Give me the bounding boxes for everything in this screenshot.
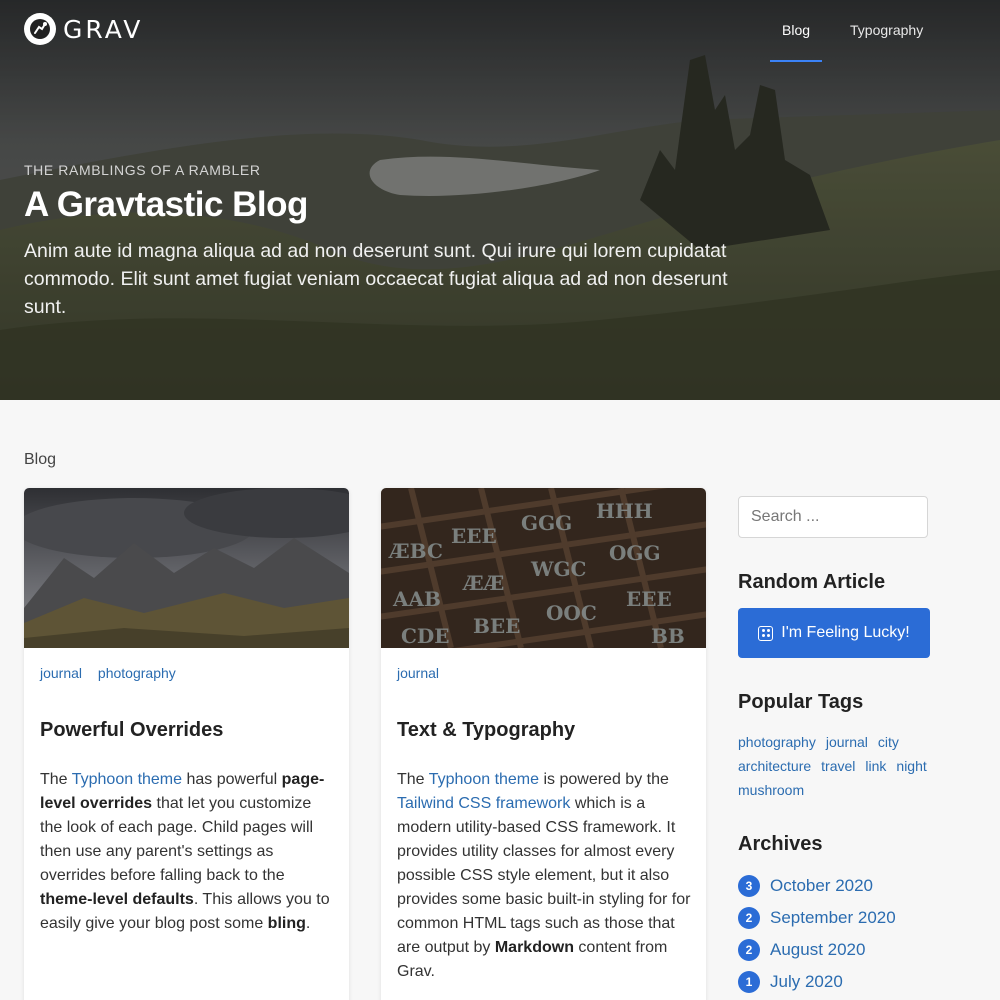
archive-link[interactable]: October 2020 [770, 876, 873, 896]
tag-link-photography[interactable]: photography [98, 665, 176, 681]
card-excerpt: The Typhoon theme is powered by the Tail… [397, 768, 693, 984]
card-tags: journal [397, 665, 451, 681]
tag-link-travel[interactable]: travel [821, 758, 855, 774]
main-nav: Blog Typography [770, 22, 923, 62]
card-image-type-case[interactable]: ÆBC EEE GGG HHH AAB ÆÆ WGC OGG CDE BEE OOC EEE BB [381, 488, 706, 648]
excerpt-text: The [397, 771, 429, 788]
archive-count-badge: 2 [738, 939, 760, 961]
tag-link-city[interactable]: city [878, 734, 899, 750]
archive-count-badge: 1 [738, 971, 760, 993]
tag-link-night[interactable]: night [896, 758, 926, 774]
popular-tags-heading: Popular Tags [738, 691, 864, 713]
logo-text: GRAV [63, 14, 144, 44]
tailwind-link[interactable]: Tailwind CSS framework [397, 795, 570, 812]
card-title[interactable]: Powerful Overrides [40, 719, 223, 742]
blog-card-powerful-overrides[interactable]: journal photography Powerful Overrides T… [24, 488, 349, 1000]
search-input[interactable] [738, 496, 928, 538]
excerpt-bold: Markdown [494, 939, 574, 956]
tag-link-journal[interactable]: journal [397, 665, 439, 681]
hero-banner: GRAV Blog Typography THE RAMBLINGS OF A … [0, 0, 1000, 400]
tag-link-mushroom[interactable]: mushroom [738, 782, 804, 798]
card-title[interactable]: Text & Typography [397, 719, 575, 742]
archive-item[interactable]: 2 September 2020 [738, 902, 896, 934]
hero-title: A Gravtastic Blog [24, 185, 308, 224]
typhoon-theme-link[interactable]: Typhoon theme [72, 771, 182, 788]
card-excerpt: The Typhoon theme has powerful page-leve… [40, 768, 336, 936]
archive-item[interactable]: 1 July 2020 [738, 966, 896, 998]
excerpt-text: is powered by the [539, 771, 669, 788]
blog-card-text-typography[interactable]: ÆBC EEE GGG HHH AAB ÆÆ WGC OGG CDE BEE OOC EEE BB… [381, 488, 706, 1000]
archive-item[interactable]: 2 August 2020 [738, 934, 896, 966]
tag-link-journal[interactable]: journal [40, 665, 82, 681]
nav-item-typography[interactable]: Typography [850, 22, 923, 62]
grav-logo-icon [24, 13, 56, 45]
popular-tags-list: photography journal city architecture trave… [738, 730, 978, 802]
archive-link[interactable]: September 2020 [770, 908, 896, 928]
excerpt-text: . [305, 915, 311, 932]
excerpt-text: which is a modern utility-based CSS fram… [397, 795, 691, 956]
archives-heading: Archives [738, 833, 823, 855]
excerpt-text: The [40, 771, 72, 788]
dice-icon [758, 625, 774, 641]
random-article-heading: Random Article [738, 571, 886, 593]
hero-description: Anim aute id magna aliqua ad ad non dese… [24, 240, 728, 318]
excerpt-bold: theme-level defaults [40, 891, 194, 908]
archive-link[interactable]: August 2020 [770, 940, 865, 960]
excerpt-text: has powerful [182, 771, 282, 788]
breadcrumb: Blog [24, 451, 57, 468]
card-tags: journal photography [40, 665, 188, 681]
archive-item[interactable]: 3 October 2020 [738, 870, 896, 902]
nav-item-blog[interactable]: Blog [770, 22, 823, 62]
site-logo[interactable]: GRAV [24, 13, 143, 45]
archive-count-badge: 2 [738, 907, 760, 929]
archive-link[interactable]: July 2020 [770, 972, 843, 992]
tag-link-photography[interactable]: photography [738, 734, 816, 750]
archives-list: 3 October 2020 2 September 2020 2 August… [738, 870, 896, 998]
typhoon-theme-link[interactable]: Typhoon theme [429, 771, 539, 788]
excerpt-bold: bling [267, 915, 306, 932]
tag-link-journal[interactable]: journal [826, 734, 868, 750]
tag-link-architecture[interactable]: architecture [738, 758, 811, 774]
card-image-mountains[interactable] [24, 488, 349, 648]
feeling-lucky-label: I'm Feeling Lucky! [781, 624, 910, 641]
archive-count-badge: 3 [738, 875, 760, 897]
tag-link-link[interactable]: link [865, 758, 886, 774]
hero-kicker: THE RAMBLINGS OF A RAMBLER [24, 162, 261, 178]
feeling-lucky-button[interactable]: I'm Feeling Lucky! [738, 608, 930, 658]
